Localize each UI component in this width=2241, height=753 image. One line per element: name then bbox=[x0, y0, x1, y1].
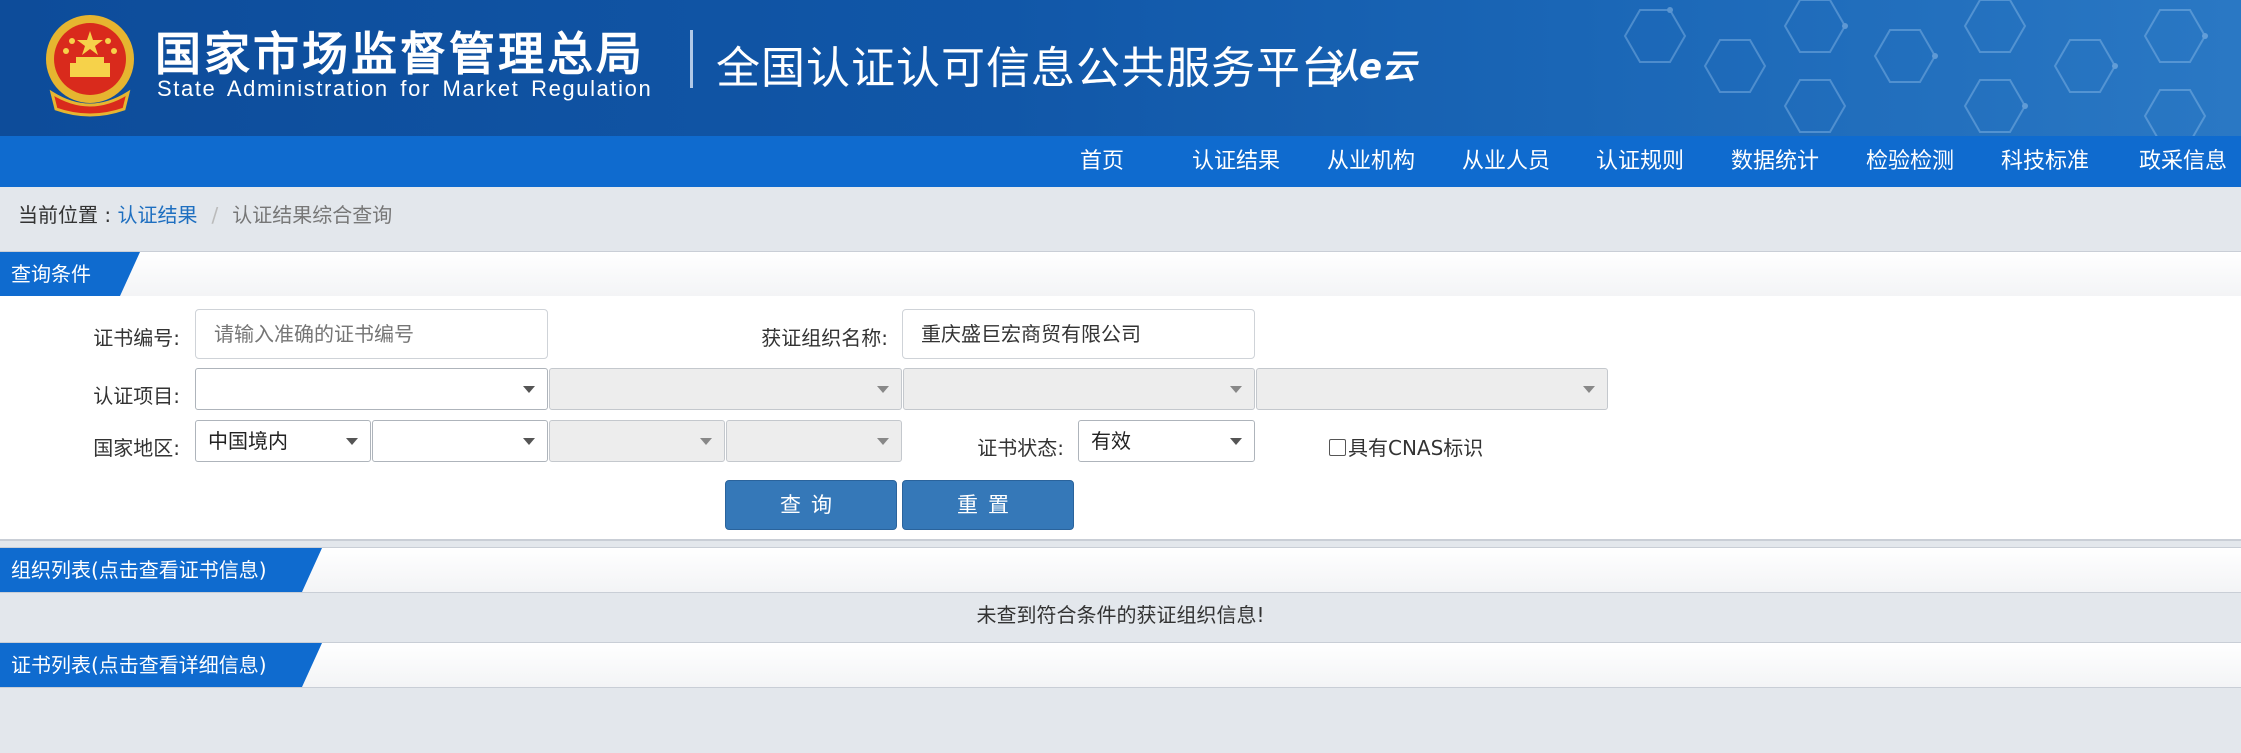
site-header: 国家市场监督管理总局 State Administration for Mark… bbox=[0, 0, 2241, 136]
breadcrumb-prefix: 当前位置 : bbox=[18, 203, 118, 227]
hexagon-pattern-decoration bbox=[1623, 0, 2208, 136]
chevron-down-icon bbox=[700, 438, 712, 445]
org-name-cn: 国家市场监督管理总局 bbox=[155, 27, 645, 81]
nav-procurement[interactable]: 政采信息 bbox=[2130, 136, 2236, 187]
cnas-label: 具有CNAS标识 bbox=[1348, 436, 1484, 460]
cnas-option[interactable]: 具有CNAS标识 bbox=[1329, 432, 1483, 461]
project-select-1[interactable] bbox=[195, 368, 548, 410]
region-select-city[interactable] bbox=[549, 420, 725, 462]
nav-home[interactable]: 首页 bbox=[1054, 136, 1150, 187]
org-list-empty-message: 未查到符合条件的获证组织信息! bbox=[976, 603, 1265, 627]
project-select-2[interactable] bbox=[549, 368, 902, 410]
org-list-panel-header: 组织列表(点击查看证书信息) bbox=[0, 547, 2241, 593]
logo-char-ren: 认e云 bbox=[1325, 47, 1419, 87]
search-button[interactable]: 查询 bbox=[725, 480, 897, 530]
chevron-down-icon bbox=[523, 438, 535, 445]
breadcrumb: 当前位置 : 认证结果 / 认证结果综合查询 bbox=[18, 200, 392, 230]
chevron-down-icon bbox=[877, 438, 889, 445]
query-panel-header: 查询条件 bbox=[0, 251, 2241, 297]
status-select[interactable]: 有效 bbox=[1078, 420, 1255, 462]
org-name-label: 获证组织名称: bbox=[761, 326, 888, 350]
chevron-down-icon bbox=[1230, 386, 1242, 393]
cnas-checkbox[interactable] bbox=[1329, 439, 1346, 456]
status-label: 证书状态: bbox=[977, 436, 1064, 460]
chevron-down-icon bbox=[1583, 386, 1595, 393]
chevron-down-icon bbox=[877, 386, 889, 393]
nav-tech-standards[interactable]: 科技标准 bbox=[1995, 136, 2095, 187]
nav-cert-rules[interactable]: 认证规则 bbox=[1590, 136, 1690, 187]
nav-personnel[interactable]: 从业人员 bbox=[1456, 136, 1556, 187]
query-panel-title: 查询条件 bbox=[0, 252, 140, 296]
region-select-province[interactable] bbox=[372, 420, 548, 462]
renecloud-logo[interactable]: 认e云 bbox=[1325, 30, 1420, 102]
breadcrumb-separator: / bbox=[211, 203, 219, 227]
project-label: 认证项目: bbox=[93, 384, 180, 408]
project-select-3[interactable] bbox=[903, 368, 1255, 410]
nav-statistics[interactable]: 数据统计 bbox=[1725, 136, 1825, 187]
project-select-4[interactable] bbox=[1256, 368, 1608, 410]
platform-title: 全国认证认可信息公共服务平台 bbox=[716, 43, 1346, 94]
breadcrumb-link-cert-results[interactable]: 认证结果 bbox=[117, 203, 197, 227]
org-name-en: State Administration for Market Regulati… bbox=[157, 76, 653, 101]
cert-list-panel-header: 证书列表(点击查看详细信息) bbox=[0, 642, 2241, 688]
reset-button[interactable]: 重置 bbox=[902, 480, 1074, 530]
region-label: 国家地区: bbox=[93, 436, 180, 460]
national-emblem-icon bbox=[46, 15, 134, 117]
org-list-panel-title: 组织列表(点击查看证书信息) bbox=[0, 548, 322, 592]
header-divider bbox=[690, 30, 693, 88]
breadcrumb-current: 认证结果综合查询 bbox=[232, 203, 393, 227]
region-select-district[interactable] bbox=[726, 420, 902, 462]
region-select-country[interactable]: 中国境内 bbox=[195, 420, 371, 462]
chevron-down-icon bbox=[346, 438, 358, 445]
cert-no-label: 证书编号: bbox=[93, 326, 180, 350]
status-select-value: 有效 bbox=[1091, 429, 1131, 453]
cert-no-input[interactable] bbox=[195, 309, 548, 359]
region-select-country-value: 中国境内 bbox=[208, 429, 288, 453]
main-nav: 首页 认证结果 从业机构 从业人员 认证规则 数据统计 检验检测 科技标准 政采… bbox=[0, 136, 2241, 187]
chevron-down-icon bbox=[523, 386, 535, 393]
chevron-down-icon bbox=[1230, 438, 1242, 445]
cert-list-panel-title: 证书列表(点击查看详细信息) bbox=[0, 643, 322, 687]
nav-inspection[interactable]: 检验检测 bbox=[1860, 136, 1960, 187]
nav-institutions[interactable]: 从业机构 bbox=[1321, 136, 1421, 187]
nav-cert-results[interactable]: 认证结果 bbox=[1186, 136, 1286, 187]
org-name-input[interactable]: 重庆盛巨宏商贸有限公司 bbox=[902, 309, 1255, 359]
